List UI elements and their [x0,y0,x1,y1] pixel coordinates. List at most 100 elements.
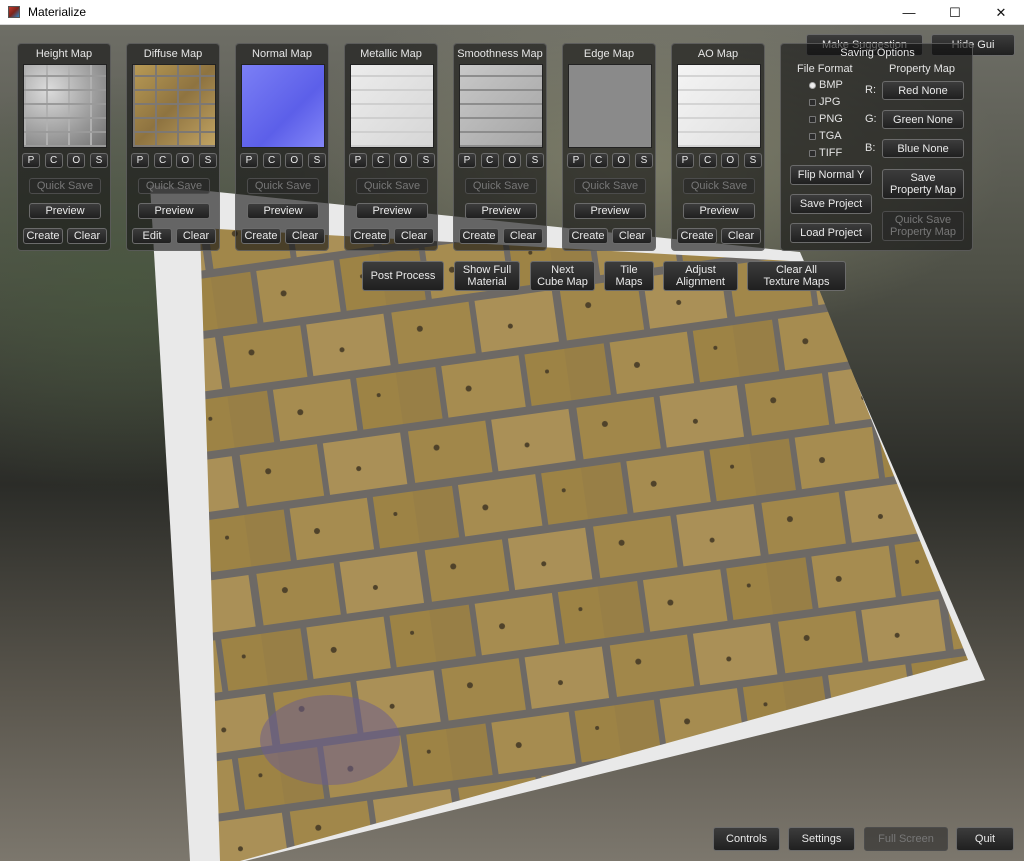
smoothness-map-p-button[interactable]: P [458,153,476,168]
radio-icon [809,98,816,106]
tile-maps-button[interactable]: Tile Maps [604,261,654,291]
normal-map-s-button[interactable]: S [307,153,326,168]
diffuse-map-clear-button[interactable]: Clear [176,228,216,244]
smoothness-map-c-button[interactable]: C [480,153,499,168]
height-map-thumbnail[interactable] [23,64,107,148]
metallic-map-thumbnail[interactable] [350,64,434,148]
format-radio-tga[interactable]: TGA [809,130,842,142]
ao-map-create-button[interactable]: Create [677,228,717,244]
save-property-map-button[interactable]: Save Property Map [882,169,964,199]
ao-map-c-button[interactable]: C [698,153,717,168]
diffuse-map-s-button[interactable]: S [198,153,217,168]
diffuse-map-edit-button[interactable]: Edit [132,228,172,244]
metallic-map-c-button[interactable]: C [371,153,390,168]
edge-map-p-button[interactable]: P [567,153,585,168]
adjust-alignment-button[interactable]: Adjust Alignment [663,261,738,291]
height-map-c-button[interactable]: C [44,153,63,168]
diffuse-map-preview-button[interactable]: Preview [138,203,210,219]
metallic-map-create-button[interactable]: Create [350,228,390,244]
material-viewport[interactable]: Height Map PCOS Quick Save Preview Creat… [0,25,1024,861]
edge-map-thumbnail[interactable] [568,64,652,148]
edge-map-quick-save-button[interactable]: Quick Save [574,178,646,194]
controls-button[interactable]: Controls [713,827,780,851]
normal-map-c-button[interactable]: C [262,153,281,168]
ao-map-s-button[interactable]: S [743,153,762,168]
ao-map-pcos-buttons: PCOS [676,153,762,168]
ao-map-preview-button[interactable]: Preview [683,203,755,219]
edge-map-s-button[interactable]: S [634,153,653,168]
format-radio-bmp[interactable]: BMP [809,79,843,91]
smoothness-map-create-button[interactable]: Create [459,228,499,244]
height-map-clear-button[interactable]: Clear [67,228,107,244]
smoothness-map-pcos-buttons: PCOS [458,153,544,168]
diffuse-map-o-button[interactable]: O [176,153,195,168]
ao-map-p-button[interactable]: P [676,153,694,168]
edge-map-create-button[interactable]: Create [568,228,608,244]
normal-map-p-button[interactable]: P [240,153,258,168]
format-radio-tiff[interactable]: TIFF [809,147,842,159]
full-screen-button[interactable]: Full Screen [864,827,948,851]
normal-map-o-button[interactable]: O [285,153,304,168]
metallic-map-quick-save-button[interactable]: Quick Save [356,178,428,194]
format-radio-png[interactable]: PNG [809,113,843,125]
height-map-p-button[interactable]: P [22,153,40,168]
metallic-map-pcos-buttons: PCOS [349,153,435,168]
height-map-s-button[interactable]: S [89,153,108,168]
red-channel-button[interactable]: Red None [882,81,964,100]
maximize-icon[interactable]: ☐ [932,0,978,25]
settings-button[interactable]: Settings [788,827,855,851]
quit-button[interactable]: Quit [956,827,1014,851]
smoothness-map-clear-button[interactable]: Clear [503,228,543,244]
quick-save-property-map-button[interactable]: Quick Save Property Map [882,211,964,241]
diffuse-map-thumbnail[interactable] [132,64,216,148]
height-map-quick-save-button[interactable]: Quick Save [29,178,101,194]
metallic-map-s-button[interactable]: S [416,153,435,168]
property-map-label: Property Map [889,63,956,75]
minimize-icon[interactable]: — [886,0,932,25]
flip-normal-y-button[interactable]: Flip Normal Y [790,165,872,185]
show-full-material-button[interactable]: Show Full Material [454,261,520,291]
diffuse-map-quick-save-button[interactable]: Quick Save [138,178,210,194]
ao-map-thumbnail[interactable] [677,64,761,148]
smoothness-map-thumbnail[interactable] [459,64,543,148]
height-map-create-button[interactable]: Create [23,228,63,244]
height-map-o-button[interactable]: O [67,153,86,168]
smoothness-map-o-button[interactable]: O [503,153,522,168]
close-icon[interactable]: ✕ [978,0,1024,25]
next-cube-map-button[interactable]: Next Cube Map [530,261,595,291]
smoothness-map-s-button[interactable]: S [525,153,544,168]
diffuse-map-p-button[interactable]: P [131,153,149,168]
blue-channel-button[interactable]: Blue None [882,139,964,158]
post-process-button[interactable]: Post Process [362,261,444,291]
smoothness-map-preview-button[interactable]: Preview [465,203,537,219]
normal-map-preview-button[interactable]: Preview [247,203,319,219]
ao-map-quick-save-button[interactable]: Quick Save [683,178,755,194]
edge-map-c-button[interactable]: C [589,153,608,168]
metallic-map-p-button[interactable]: P [349,153,367,168]
normal-map-thumbnail[interactable] [241,64,325,148]
edge-map-clear-button[interactable]: Clear [612,228,652,244]
normal-map-create-button[interactable]: Create [241,228,281,244]
normal-map-title: Normal Map [252,48,312,60]
edge-map-o-button[interactable]: O [612,153,631,168]
format-radio-jpg[interactable]: JPG [809,96,840,108]
height-map-panel: Height Map PCOS Quick Save Preview Creat… [17,43,111,251]
green-channel-button[interactable]: Green None [882,110,964,129]
metallic-map-o-button[interactable]: O [394,153,413,168]
edge-map-panel: Edge Map PCOS Quick Save Preview Create … [562,43,656,251]
normal-map-panel: Normal Map PCOS Quick Save Preview Creat… [235,43,329,251]
metallic-map-clear-button[interactable]: Clear [394,228,434,244]
radio-icon [809,115,816,123]
normal-map-quick-save-button[interactable]: Quick Save [247,178,319,194]
clear-all-texture-maps-button[interactable]: Clear All Texture Maps [747,261,846,291]
ao-map-clear-button[interactable]: Clear [721,228,761,244]
diffuse-map-c-button[interactable]: C [153,153,172,168]
normal-map-clear-button[interactable]: Clear [285,228,325,244]
ao-map-o-button[interactable]: O [721,153,740,168]
metallic-map-preview-button[interactable]: Preview [356,203,428,219]
save-project-button[interactable]: Save Project [790,194,872,214]
height-map-preview-button[interactable]: Preview [29,203,101,219]
load-project-button[interactable]: Load Project [790,223,872,243]
smoothness-map-quick-save-button[interactable]: Quick Save [465,178,537,194]
edge-map-preview-button[interactable]: Preview [574,203,646,219]
